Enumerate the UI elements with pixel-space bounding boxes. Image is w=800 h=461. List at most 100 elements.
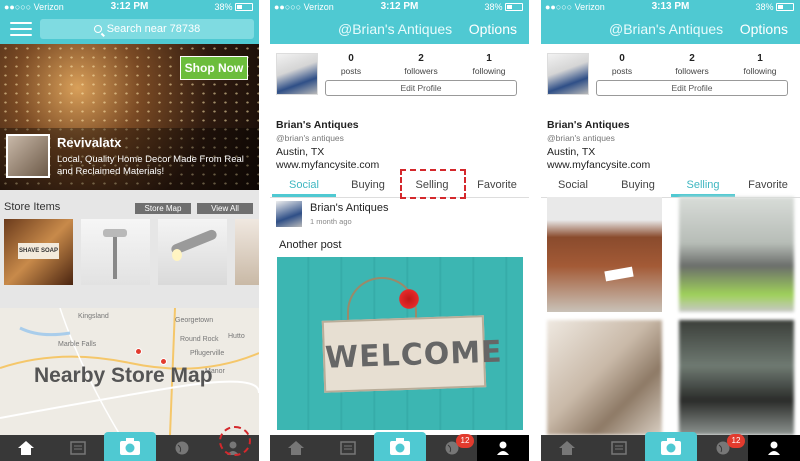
home-tab[interactable] [0, 435, 52, 461]
view-all-button[interactable]: View All [197, 203, 253, 214]
globe-icon [175, 441, 189, 455]
lamp-bulb [172, 249, 182, 261]
store-description: Local, Quality Home Decor Made From Real… [57, 154, 244, 177]
stat-label: followers [404, 66, 438, 76]
top-bar: Search near 78738 [0, 14, 259, 44]
home-icon [288, 441, 304, 455]
tab-favorite[interactable]: Favorite [465, 179, 529, 191]
stat-label: followers [675, 66, 709, 76]
news-icon [70, 441, 86, 455]
store-item-thumbnail[interactable] [81, 219, 150, 285]
tab-social[interactable]: Social [272, 179, 336, 191]
battery-percent: 38% [484, 2, 503, 12]
battery-indicator: 38% [755, 2, 794, 12]
tab-buying[interactable]: Buying [336, 179, 400, 191]
featured-store-banner[interactable]: Shop Now Revivalatx Local, Quality Home … [0, 44, 259, 190]
price-tag [604, 266, 634, 282]
news-icon [340, 441, 356, 455]
notification-badge: 12 [727, 434, 745, 448]
notification-badge: 12 [456, 434, 474, 448]
battery-icon [776, 3, 794, 11]
stat-label: posts [611, 66, 633, 76]
phone-profile-selling: ●●○○○ Verizon 3:13 PM 38% @Brian's Antiq… [541, 0, 800, 461]
stat-value: 0 [348, 53, 354, 64]
stat-label: following [472, 66, 506, 76]
feed-tab[interactable] [322, 435, 374, 461]
home-tab[interactable] [270, 435, 322, 461]
tab-social[interactable]: Social [541, 179, 605, 191]
page-title: @Brian's Antiques [609, 21, 724, 37]
map-label: Kingsland [78, 313, 109, 320]
store-items-section: Store Items Store Map View All SHAVE SOA… [0, 190, 259, 308]
map-pin[interactable] [135, 348, 142, 355]
explore-tab[interactable] [156, 435, 208, 461]
selling-tab-highlight [400, 169, 466, 199]
soap-label: SHAVE SOAP [18, 243, 59, 259]
profile-location: Austin, TX [276, 146, 325, 158]
lamp-head [103, 229, 127, 237]
selling-item-image[interactable] [679, 320, 794, 435]
battery-percent: 38% [755, 2, 774, 12]
feed-tab[interactable] [593, 435, 645, 461]
selling-item-image[interactable] [547, 197, 662, 312]
posts-stat[interactable]: 0 posts [592, 53, 652, 76]
shop-now-button[interactable]: Shop Now [180, 56, 248, 80]
battery-icon [505, 3, 523, 11]
map-label: Pflugerville [190, 350, 225, 357]
stat-value: 1 [486, 53, 492, 64]
followers-stat[interactable]: 2 followers [391, 53, 451, 76]
phone-home-screen: ●●○○○ Verizon 3:12 PM 38% Search near 78… [0, 0, 259, 461]
store-logo [6, 134, 50, 178]
avatar[interactable] [276, 53, 318, 95]
edit-profile-button[interactable]: Edit Profile [596, 80, 788, 96]
nearby-store-map[interactable]: Kingsland Georgetown Round Rock Pflugerv… [0, 308, 259, 435]
profile-tab[interactable] [477, 435, 529, 461]
camera-tab[interactable] [104, 432, 156, 461]
post-caption: Another post [279, 239, 342, 251]
selling-item-image[interactable] [547, 320, 662, 435]
store-name[interactable]: Revivalatx [57, 135, 121, 150]
camera-tab[interactable] [645, 432, 697, 461]
battery-icon [235, 3, 253, 11]
stat-value: 0 [619, 53, 625, 64]
store-item-thumbnail[interactable] [158, 219, 227, 285]
battery-indicator: 38% [484, 2, 523, 12]
profile-website[interactable]: www.myfancysite.com [276, 159, 379, 171]
home-tab[interactable] [541, 435, 593, 461]
welcome-sign-text: WELCOME [324, 334, 504, 376]
tab-favorite[interactable]: Favorite [736, 179, 800, 191]
options-button[interactable]: Options [740, 21, 788, 37]
welcome-sign: WELCOME [321, 315, 504, 393]
map-label: Round Rock [180, 336, 219, 343]
stat-label: posts [340, 66, 362, 76]
followers-stat[interactable]: 2 followers [662, 53, 722, 76]
post-author[interactable]: Brian's Antiques [310, 202, 389, 214]
status-bar: ●●○○○ Verizon 3:12 PM 38% [0, 0, 259, 14]
edit-profile-button[interactable]: Edit Profile [325, 80, 517, 96]
camera-tab[interactable] [374, 432, 426, 461]
store-item-thumbnail[interactable] [235, 219, 259, 285]
profile-location: Austin, TX [547, 146, 596, 158]
tab-buying[interactable]: Buying [606, 179, 670, 191]
store-item-thumbnail[interactable]: SHAVE SOAP [4, 219, 73, 285]
post-avatar[interactable] [276, 201, 302, 227]
tab-selling[interactable]: Selling [671, 179, 735, 191]
search-input[interactable]: Search near 78738 [40, 19, 254, 39]
profile-website[interactable]: www.myfancysite.com [547, 159, 650, 171]
profile-tab[interactable] [748, 435, 800, 461]
status-bar: ●●○○○ Verizon 3:13 PM 38% [541, 0, 800, 14]
selling-item-image[interactable] [679, 197, 794, 312]
posts-stat[interactable]: 0 posts [321, 53, 381, 76]
menu-icon[interactable] [10, 22, 32, 36]
avatar[interactable] [547, 53, 589, 95]
profile-handle: @brian's antiques [547, 133, 615, 143]
store-map-button[interactable]: Store Map [135, 203, 191, 214]
flower-decoration [397, 287, 421, 311]
lamp-stand [113, 233, 117, 279]
options-button[interactable]: Options [469, 21, 517, 37]
following-stat[interactable]: 1 following [459, 53, 519, 76]
feed-tab[interactable] [52, 435, 104, 461]
following-stat[interactable]: 1 following [730, 53, 790, 76]
stat-value: 2 [689, 53, 695, 64]
post-image[interactable]: WELCOME [277, 257, 523, 430]
